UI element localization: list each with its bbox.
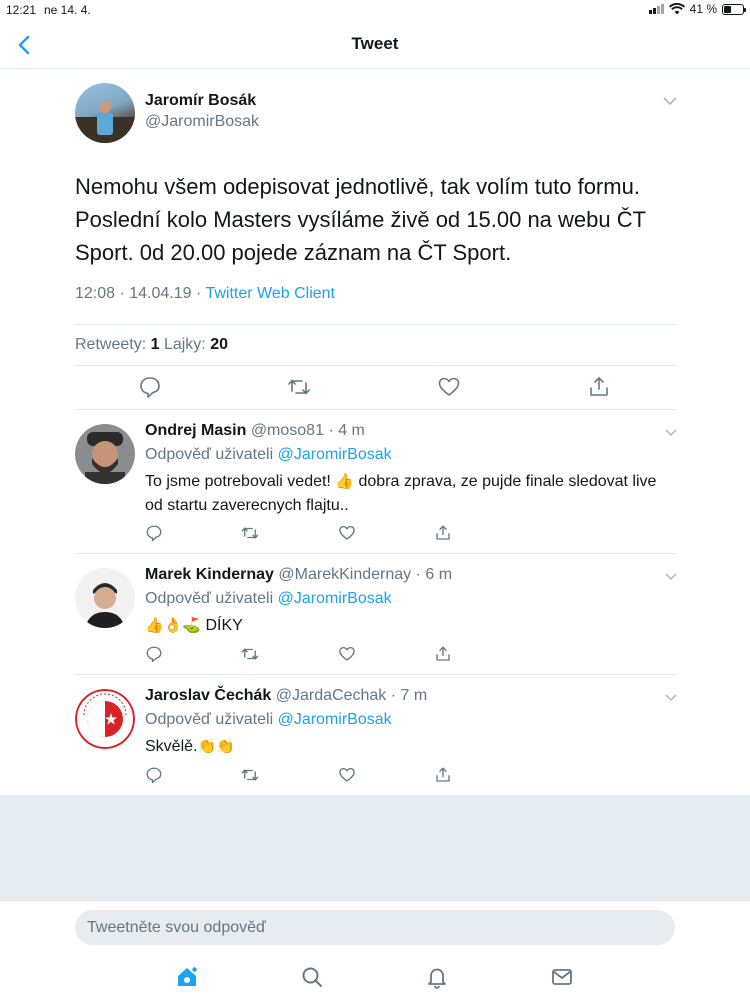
- avatar-photo: [75, 424, 135, 484]
- retweets-count[interactable]: 1: [151, 336, 160, 353]
- chevron-down-icon[interactable]: [665, 428, 677, 437]
- search-icon[interactable]: [300, 965, 324, 989]
- chevron-down-icon[interactable]: [665, 693, 677, 702]
- nav-bar: Tweet: [0, 22, 750, 69]
- tweet-text: Nemohu všem odepisovat jednotlivě, tak v…: [75, 174, 646, 265]
- home-icon[interactable]: [175, 965, 199, 989]
- status-time: 12:21: [6, 3, 37, 17]
- retweet-icon[interactable]: [241, 766, 259, 784]
- reply-actions: [145, 524, 455, 544]
- tweet-meta: 12:08 · 14.04.19 · Twitter Web Client: [75, 285, 335, 303]
- reply-author-handle[interactable]: @MarekKindernay: [278, 566, 411, 583]
- share-icon[interactable]: [434, 645, 452, 663]
- heart-icon[interactable]: [437, 375, 461, 399]
- reply-to-line: Odpověď uživateli @JaromirBosak: [145, 590, 392, 608]
- heart-icon[interactable]: [338, 645, 356, 663]
- reply-text-part: DÍKY: [201, 617, 243, 634]
- likes-label: Lajky:: [163, 336, 206, 353]
- retweet-icon[interactable]: [287, 375, 311, 399]
- reply-tweet[interactable]: Jaroslav Čechák @JardaCechak · 7 m Odpov…: [75, 675, 677, 795]
- reply-author-name[interactable]: Marek Kindernay: [145, 566, 274, 583]
- reply-header: Jaroslav Čechák @JardaCechak · 7 m: [145, 687, 427, 705]
- share-icon[interactable]: [434, 524, 452, 542]
- share-icon[interactable]: [434, 766, 452, 784]
- avatar[interactable]: [75, 689, 135, 749]
- reply-tweet[interactable]: Ondrej Masin @moso81 · 4 m Odpověď uživa…: [75, 410, 677, 553]
- battery-icon: [722, 3, 746, 15]
- reply-actions: [145, 645, 455, 665]
- wifi-icon: [668, 3, 685, 15]
- avatar[interactable]: [75, 424, 135, 484]
- reply-header: Marek Kindernay @MarekKindernay · 6 m: [145, 566, 452, 584]
- tweet-actions: [75, 375, 676, 405]
- reply-text-part: Skvělě.: [145, 738, 198, 755]
- status-right: 41 %: [648, 2, 746, 16]
- share-icon[interactable]: [587, 375, 611, 399]
- reply-icon[interactable]: [138, 375, 162, 399]
- retweet-icon[interactable]: [241, 645, 259, 663]
- reply-text: Skvělě.👏👏: [145, 735, 665, 759]
- reply-to-mention[interactable]: @JaromirBosak: [278, 446, 392, 463]
- author-name[interactable]: Jaromír Bosák: [145, 92, 256, 110]
- reply-to-label: Odpověď uživateli: [145, 711, 278, 728]
- tweet-stats: Retweety: 1 Lajky: 20: [75, 336, 228, 354]
- reply-time: · 6 m: [415, 566, 453, 583]
- slavia-logo: [75, 689, 135, 749]
- heart-icon[interactable]: [338, 524, 356, 542]
- reply-emoji: 👍: [335, 473, 355, 490]
- page-title: Tweet: [351, 34, 399, 53]
- reply-author-handle[interactable]: @moso81: [251, 422, 324, 439]
- bottom-bar: Tweetněte svou odpověď: [0, 900, 750, 1000]
- avatar-photo: [75, 101, 135, 143]
- reply-header: Ondrej Masin @moso81 · 4 m: [145, 422, 365, 440]
- reply-text: 👍👌⛳ DÍKY: [145, 614, 665, 638]
- chevron-down-icon[interactable]: [663, 96, 677, 106]
- reply-text-part: To jsme potrebovali vedet!: [145, 473, 336, 490]
- status-bar: 12:21 ne 14. 4. 41 %: [0, 0, 750, 22]
- divider: [75, 324, 676, 325]
- retweets-label: Retweety:: [75, 336, 147, 353]
- reply-to-mention[interactable]: @JaromirBosak: [278, 711, 392, 728]
- reply-to-label: Odpověď uživateli: [145, 590, 278, 607]
- avatar[interactable]: [75, 568, 135, 628]
- bell-icon[interactable]: [425, 965, 449, 989]
- reply-icon[interactable]: [145, 524, 163, 542]
- tweet-timestamp: 12:08 · 14.04.19 ·: [75, 285, 206, 302]
- battery-percent: 41 %: [689, 2, 717, 16]
- signal-icon: [648, 4, 664, 14]
- divider: [75, 365, 676, 366]
- avatar[interactable]: [75, 83, 135, 143]
- tweet-client-link[interactable]: Twitter Web Client: [205, 285, 335, 302]
- reply-author-name[interactable]: Jaroslav Čechák: [145, 687, 271, 704]
- reply-time: · 7 m: [390, 687, 428, 704]
- status-date: ne 14. 4.: [44, 3, 91, 17]
- heart-icon[interactable]: [338, 766, 356, 784]
- likes-count[interactable]: 20: [210, 336, 228, 353]
- reply-icon[interactable]: [145, 645, 163, 663]
- reply-to-mention[interactable]: @JaromirBosak: [278, 590, 392, 607]
- avatar-photo: [75, 568, 135, 628]
- reply-emoji: 👏👏: [197, 738, 235, 755]
- reply-time: · 4 m: [328, 422, 365, 439]
- mail-icon[interactable]: [550, 965, 574, 989]
- reply-to-label: Odpověď uživateli: [145, 446, 278, 463]
- author-handle[interactable]: @JaromirBosak: [145, 113, 259, 131]
- reply-emoji: 👍👌⛳: [145, 617, 202, 634]
- empty-area: [0, 795, 750, 900]
- retweet-icon[interactable]: [241, 524, 259, 542]
- reply-compose-input[interactable]: Tweetněte svou odpověď: [75, 910, 675, 945]
- reply-author-handle[interactable]: @JardaCechak: [276, 687, 387, 704]
- reply-text: To jsme potrebovali vedet! 👍 dobra zprav…: [145, 470, 665, 518]
- reply-author-name[interactable]: Ondrej Masin: [145, 422, 246, 439]
- reply-to-line: Odpověď uživateli @JaromirBosak: [145, 446, 392, 464]
- chevron-down-icon[interactable]: [665, 572, 677, 581]
- reply-tweet[interactable]: Marek Kindernay @MarekKindernay · 6 m Od…: [75, 554, 677, 674]
- reply-to-line: Odpověď uživateli @JaromirBosak: [145, 711, 392, 729]
- reply-icon[interactable]: [145, 766, 163, 784]
- reply-actions: [145, 766, 455, 786]
